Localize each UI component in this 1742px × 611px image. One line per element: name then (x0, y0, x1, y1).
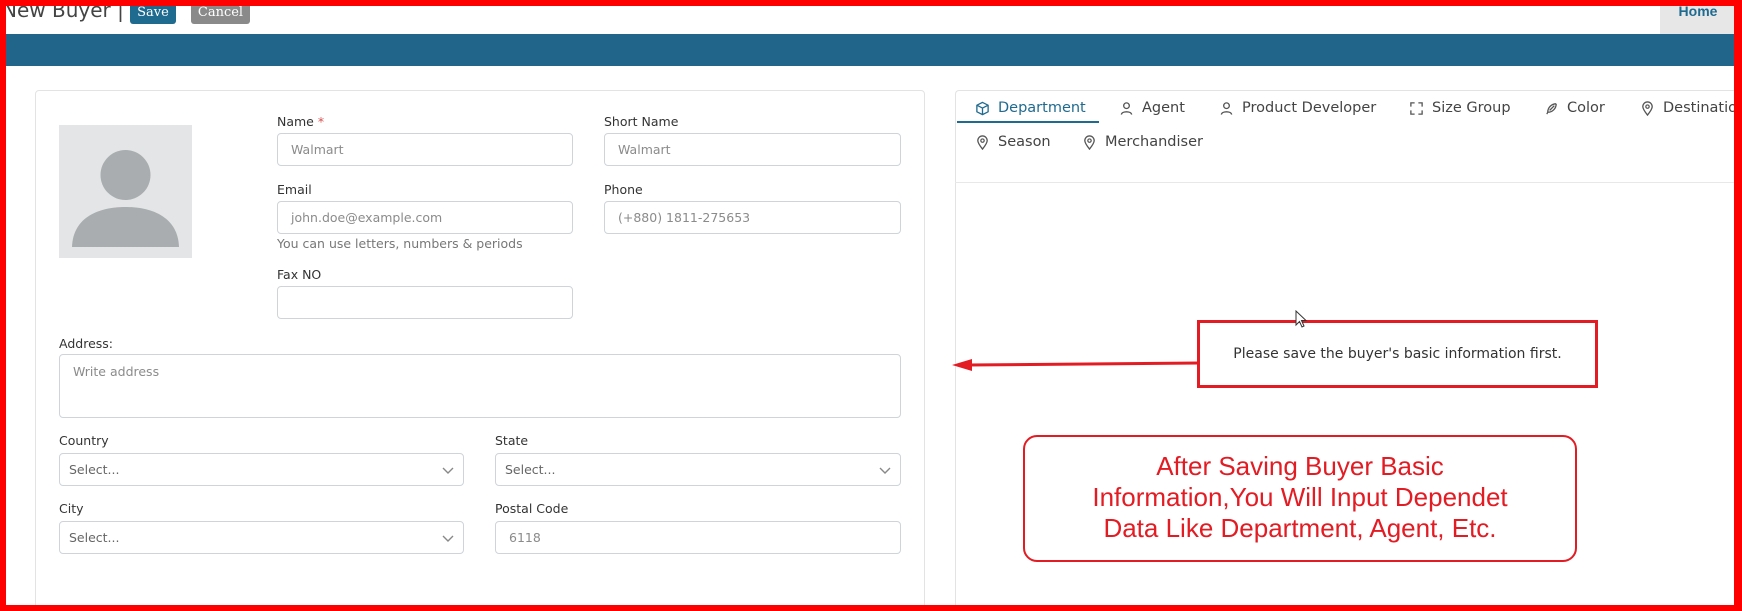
state-select-value: Select... (505, 462, 556, 477)
cube-icon (976, 101, 989, 115)
short-name-input[interactable]: Walmart (604, 133, 901, 166)
required-marker: * (317, 114, 325, 129)
top-bar: New Buyer | Save Cancel Home (0, 0, 1742, 34)
name-input[interactable]: Walmart (277, 133, 573, 166)
short-name-label: Short Name (604, 114, 679, 129)
state-select[interactable]: Select... (495, 453, 901, 486)
fax-label: Fax NO (277, 267, 322, 282)
tab-label: Merchandiser (1105, 134, 1203, 150)
postal-code-input[interactable]: 6118 (495, 521, 901, 554)
phone-label: Phone (604, 182, 643, 197)
address-label: Address: (59, 336, 113, 351)
tab-department[interactable]: Department (975, 96, 1086, 120)
map-pin-icon (1084, 134, 1095, 150)
active-tab-indicator (957, 121, 1099, 123)
email-hint: You can use letters, numbers & periods (277, 236, 523, 251)
tab-product-developer[interactable]: Product Developer (1219, 96, 1376, 120)
city-label: City (59, 501, 84, 516)
tab-destination[interactable]: Destination (1640, 96, 1742, 120)
tab-label: Product Developer (1242, 100, 1377, 116)
home-tab[interactable]: Home (1660, 0, 1736, 34)
tab-label: Destination (1663, 100, 1742, 116)
map-pin-icon (1642, 100, 1653, 116)
name-label-text: Name (277, 114, 314, 129)
map-pin-icon (977, 134, 988, 150)
expand-icon (1410, 101, 1423, 115)
tab-label: Color (1567, 100, 1605, 116)
mouse-cursor-icon (1295, 310, 1308, 328)
fax-input[interactable] (277, 286, 573, 319)
user-silhouette-icon (72, 150, 179, 247)
tab-merchandiser[interactable]: Merchandiser (1082, 130, 1203, 154)
chevron-down-icon (442, 535, 454, 542)
phone-field[interactable]: (+880) 1811-275653 (604, 201, 901, 234)
annotation-callout: After Saving Buyer Basic Information,You… (1023, 435, 1577, 562)
tab-label: Season (998, 134, 1051, 150)
city-select[interactable]: Select... (59, 521, 464, 554)
tab-label: Size Group (1432, 100, 1511, 116)
chevron-down-icon (442, 467, 454, 474)
country-label: Country (59, 433, 109, 448)
name-label: Name * (277, 114, 324, 129)
address-textarea[interactable]: Write address (59, 354, 901, 418)
chevron-down-icon (879, 467, 891, 474)
user-icon (1220, 101, 1233, 115)
save-first-message: Please save the buyer's basic informatio… (1197, 320, 1598, 388)
tabs-divider (955, 182, 1742, 183)
callout-line-1: After Saving Buyer Basic (1156, 451, 1444, 481)
tab-size-group[interactable]: Size Group (1409, 96, 1511, 120)
email-label: Email (277, 182, 312, 197)
email-field[interactable]: john.doe@example.com (277, 201, 573, 234)
tab-label: Department (998, 100, 1086, 116)
callout-line-3: Data Like Department, Agent, Etc. (1103, 513, 1497, 543)
feather-icon (1546, 102, 1557, 114)
tab-label: Agent (1142, 100, 1185, 116)
state-label: State (495, 433, 529, 448)
country-select-value: Select... (69, 462, 120, 477)
header-band (0, 34, 1742, 66)
city-select-value: Select... (69, 530, 120, 545)
callout-line-2: Information,You Will Input Dependet (1092, 482, 1508, 512)
save-button[interactable]: Save (130, 0, 176, 24)
cancel-button[interactable]: Cancel (191, 0, 250, 24)
postal-code-label: Postal Code (495, 501, 569, 516)
avatar[interactable] (59, 125, 192, 258)
country-select[interactable]: Select... (59, 453, 464, 486)
tab-color[interactable]: Color (1544, 96, 1605, 120)
user-icon (1120, 101, 1133, 115)
tab-agent[interactable]: Agent (1119, 96, 1185, 120)
page-title: New Buyer | (2, 0, 124, 22)
annotation-arrow-icon (952, 359, 1200, 371)
tab-season[interactable]: Season (975, 130, 1051, 154)
